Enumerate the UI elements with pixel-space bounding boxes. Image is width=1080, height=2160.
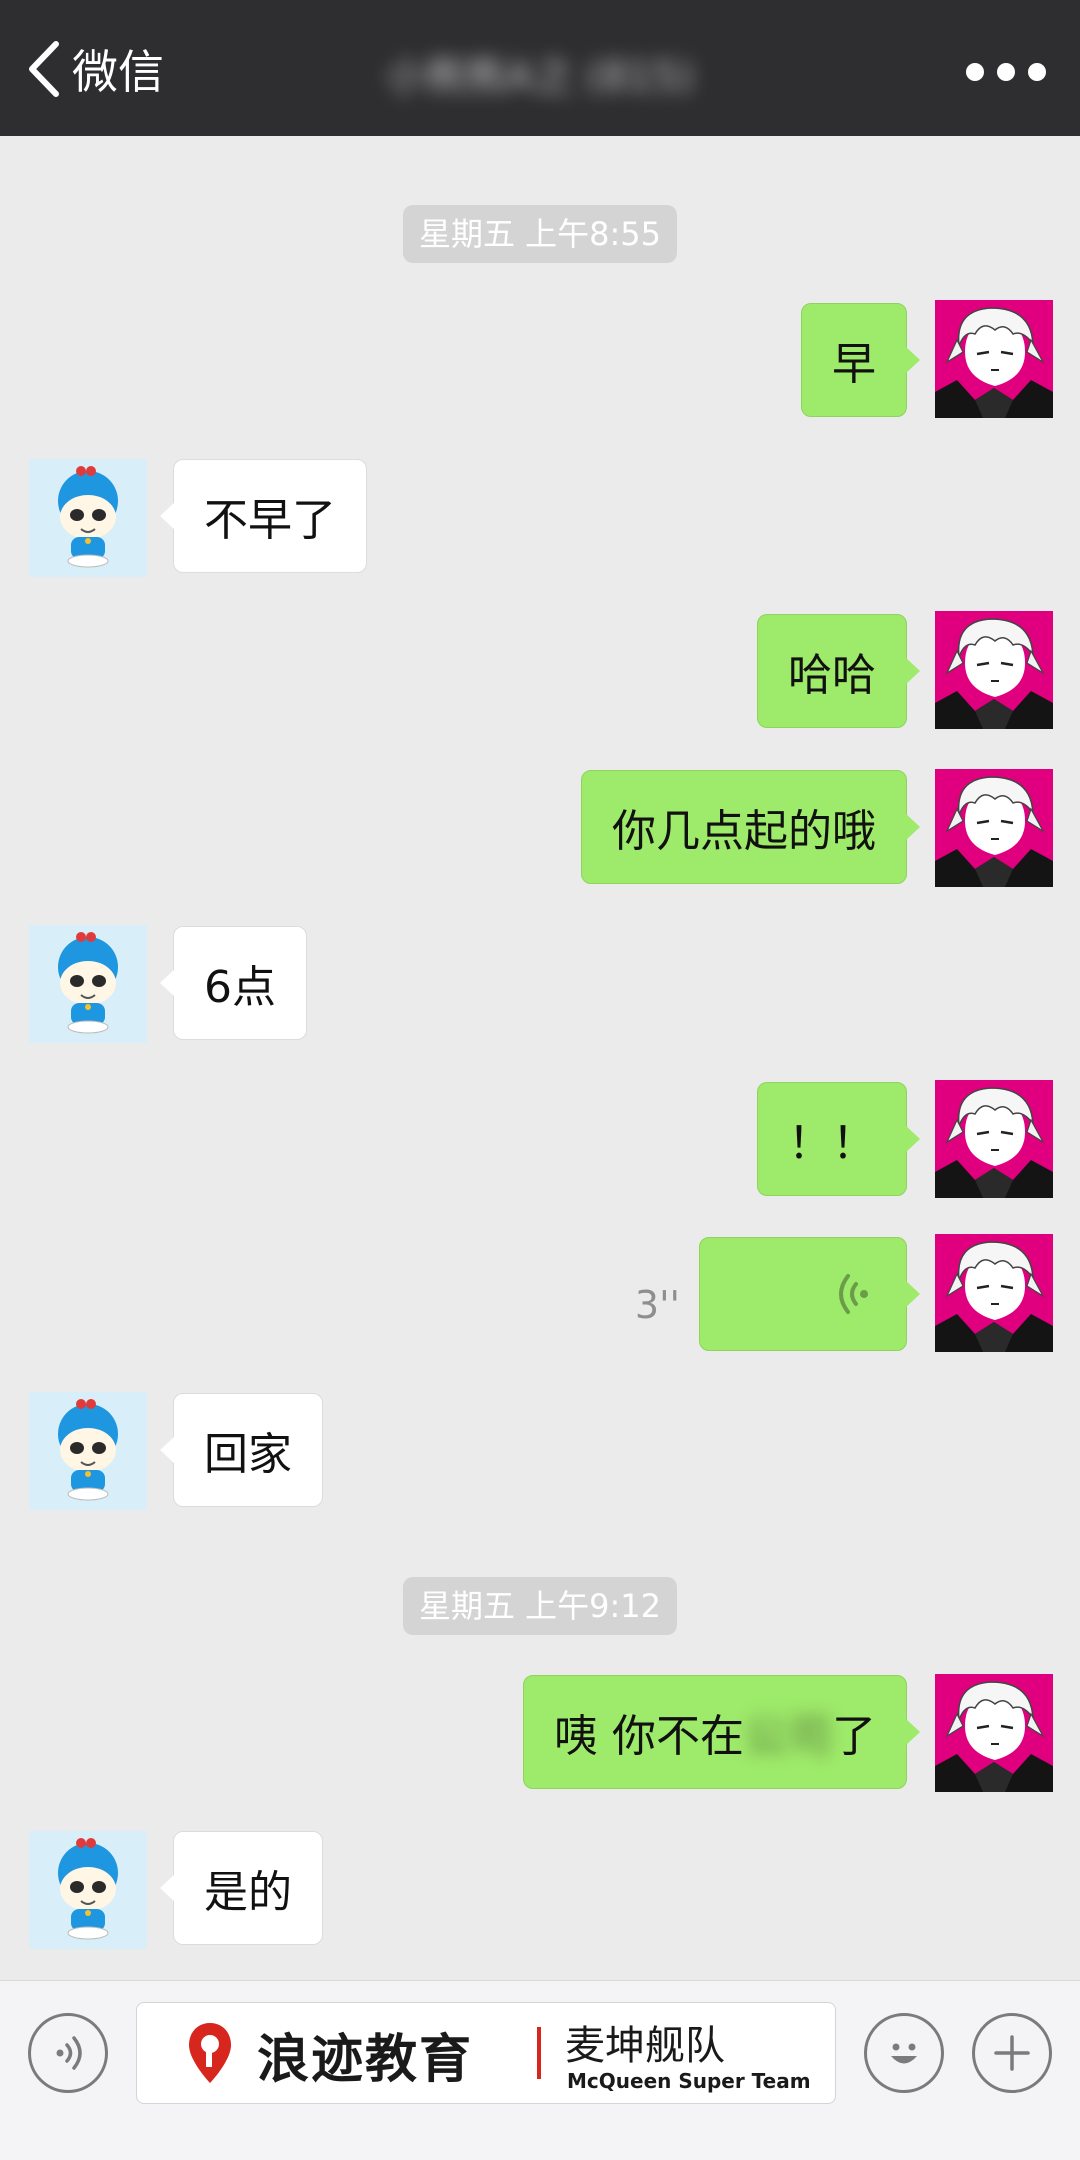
dot-icon [1028,63,1046,81]
dot-icon [966,63,984,81]
dot-icon [997,63,1015,81]
message-bubble-received[interactable]: 6点 [160,926,307,1040]
my-avatar[interactable] [935,769,1053,887]
redacted-text: 公司 [744,1711,832,1762]
voice-duration: 3'' [634,1283,680,1327]
message-bubble-received[interactable]: 是的 [160,1831,323,1945]
message-text: 早 [832,339,876,390]
more-functions-button[interactable] [972,2013,1052,2093]
watermark-team: 麦坤舰队 [565,2023,725,2069]
my-avatar[interactable] [935,1234,1053,1352]
message-text-end: 了 [832,1711,876,1762]
message-text: 哈哈 [788,650,876,701]
back-button[interactable]: 微信 [24,38,164,100]
message-input[interactable]: 浪迹教育 麦坤舰队 McQueen Super Team [136,2002,836,2104]
emoji-button[interactable] [864,2013,944,2093]
contact-avatar[interactable] [29,925,147,1043]
message-text: ！！ [788,1118,876,1169]
message-bubble-sent[interactable]: 咦 你不在 公司 了 [523,1675,920,1789]
message-text: 是的 [204,1867,292,1918]
back-label: 微信 [72,45,164,99]
voice-wave-icon [839,1274,868,1314]
voice-message-bubble[interactable] [699,1237,920,1351]
message-bubble-sent[interactable]: 哈哈 [757,614,920,728]
chat-header: 微信 小熊熊A之 (815) [0,0,1080,136]
voice-input-button[interactable] [28,2013,108,2093]
timestamp: 星期五 上午9:12 [402,1577,678,1635]
message-bubble-received[interactable]: 不早了 [160,459,367,573]
watermark-team-en: McQueen Super Team [567,2069,811,2093]
contact-avatar[interactable] [29,459,147,577]
message-bubble-sent[interactable]: 早 [801,303,920,417]
timestamp: 星期五 上午8:55 [402,205,678,263]
watermark-divider [537,2027,541,2079]
location-pin-logo-icon [189,2023,231,2083]
message-text: 6点 [204,962,276,1013]
message-text-start: 咦 你不在 [554,1711,744,1762]
chat-title: 小熊熊A之 (815) [386,54,694,100]
my-avatar[interactable] [935,1080,1053,1198]
message-bubble-received[interactable]: 回家 [160,1393,323,1507]
message-text: 你几点起的哦 [612,806,876,857]
more-options-button[interactable] [966,52,1046,92]
plus-icon [994,2035,1030,2071]
contact-avatar[interactable] [29,1831,147,1949]
message-bubble-sent[interactable]: ！！ [757,1082,920,1196]
chevron-left-icon [29,41,59,97]
my-avatar[interactable] [935,1674,1053,1792]
watermark-brand: 浪迹教育 [257,2030,474,2090]
voice-wave-icon [56,2036,82,2070]
message-bubble-sent[interactable]: 你几点起的哦 [581,770,920,884]
my-avatar[interactable] [935,300,1053,418]
message-text: 不早了 [204,495,336,546]
message-text: 回家 [204,1429,292,1480]
smiley-icon [891,2043,917,2064]
contact-avatar[interactable] [29,1392,147,1510]
my-avatar[interactable] [935,611,1053,729]
